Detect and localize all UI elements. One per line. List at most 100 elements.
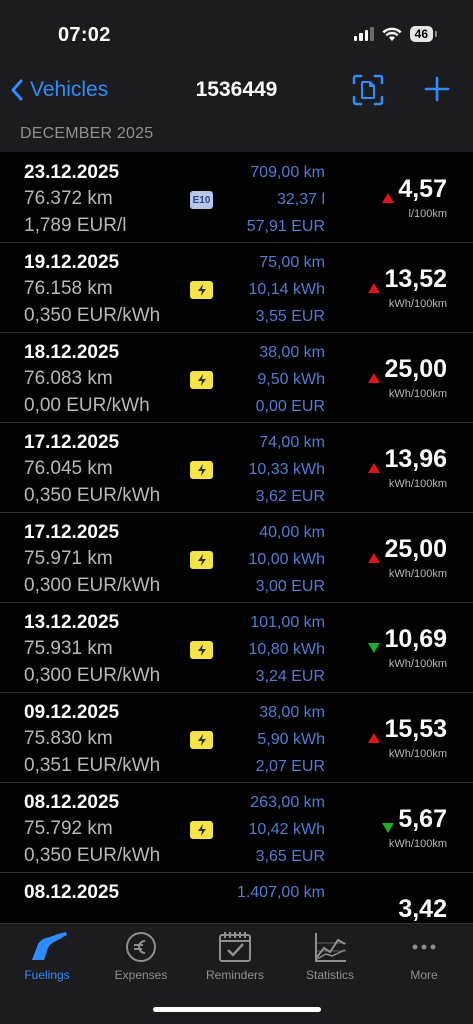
vehicle-title: 1536449: [195, 78, 278, 101]
entry-odometer: 76.372 km: [24, 188, 113, 209]
trend-up-icon: [368, 463, 381, 473]
lightning-icon: [197, 554, 206, 566]
fueling-entry-row[interactable]: 17.12.2025 76.045 km 0,350 EUR/kWh 74,00 km…: [0, 423, 473, 513]
fuel-type-badge: E10: [190, 191, 213, 209]
cellular-signal-icon: [353, 27, 374, 41]
tab-label: Reminders: [205, 968, 265, 982]
tab-label: Statistics: [305, 968, 354, 982]
entry-cost: 0,00 EUR: [255, 398, 325, 415]
fueling-entry-row[interactable]: 17.12.2025 75.971 km 0,300 EUR/kWh 40,00 km…: [0, 513, 473, 603]
entry-cost: 3,65 EUR: [255, 848, 325, 865]
entry-unit-price: 0,351 EUR/kWh: [24, 755, 161, 776]
entry-distance: 1.407,00 km: [236, 884, 325, 901]
trend-up-icon: [368, 553, 381, 563]
entry-unit-price: 0,300 EUR/kWh: [24, 665, 161, 686]
entry-consumption: 4,57: [398, 175, 447, 203]
electric-badge-icon: [190, 551, 213, 569]
trend-down-icon: [382, 823, 395, 833]
lightning-icon: [197, 734, 206, 746]
entry-consumption-unit: kWh/100km: [388, 658, 447, 670]
entry-cost: 3,24 EUR: [255, 668, 325, 685]
navigation-bar: Vehicles 1536449: [0, 64, 473, 118]
entry-amount: 10,33 kWh: [248, 461, 325, 478]
entry-cost: 57,91 EUR: [246, 218, 325, 235]
entry-consumption: 13,52: [384, 265, 447, 293]
electric-badge-icon: [190, 281, 213, 299]
entry-consumption-unit: l/100km: [408, 208, 447, 220]
tab-fuelings[interactable]: Fuelings: [0, 930, 94, 982]
entry-distance: 74,00 km: [259, 434, 325, 451]
entry-consumption-unit: kWh/100km: [388, 838, 447, 850]
entry-consumption-unit: kWh/100km: [388, 388, 447, 400]
tab-statistics[interactable]: Statistics: [283, 930, 377, 982]
entry-odometer: 75.971 km: [24, 548, 113, 569]
euro-icon: [126, 932, 156, 962]
tab-reminders[interactable]: Reminders: [188, 930, 282, 982]
entry-unit-price: 0,300 EUR/kWh: [24, 575, 161, 596]
status-bar: 07:02 46: [0, 0, 473, 64]
entry-date: 18.12.2025: [24, 342, 120, 363]
trend-up-icon: [368, 733, 381, 743]
electric-badge-icon: [190, 821, 213, 839]
entry-consumption-unit: kWh/100km: [388, 568, 447, 580]
lightning-icon: [197, 644, 206, 656]
entry-unit-price: 1,789 EUR/l: [24, 215, 127, 236]
entry-date: 23.12.2025: [24, 162, 120, 183]
fueling-entry-row[interactable]: 08.12.2025 75.792 km 0,350 EUR/kWh 263,00 k…: [0, 783, 473, 873]
lightning-icon: [197, 374, 206, 386]
trend-up-icon: [368, 373, 381, 383]
entry-date: 08.12.2025: [24, 792, 120, 813]
entry-consumption: 25,00: [384, 355, 447, 383]
entry-unit-price: 0,00 EUR/kWh: [24, 395, 150, 416]
entry-odometer: 76.083 km: [24, 368, 113, 389]
entry-distance: 709,00 km: [250, 164, 325, 181]
entry-cost: 3,55 EUR: [255, 308, 325, 325]
lightning-icon: [197, 464, 206, 476]
fueling-entry-row[interactable]: 09.12.2025 75.830 km 0,351 EUR/kWh 38,00 km…: [0, 693, 473, 783]
tab-expenses[interactable]: Expenses: [94, 930, 188, 982]
entry-distance: 40,00 km: [259, 524, 325, 541]
entry-distance: 263,00 km: [250, 794, 325, 811]
lightning-icon: [197, 284, 206, 296]
fueling-entry-row[interactable]: 13.12.2025 75.931 km 0,300 EUR/kWh 101,00 k…: [0, 603, 473, 693]
fueling-list[interactable]: 23.12.2025 76.372 km 1,789 EUR/l E10 709,00 …: [0, 153, 473, 923]
entry-odometer: 75.931 km: [24, 638, 113, 659]
trend-up-icon: [368, 283, 381, 293]
lightning-icon: [197, 824, 206, 836]
entry-consumption-unit: kWh/100km: [388, 478, 447, 490]
fuel-pump-icon: [32, 932, 67, 960]
home-indicator: [153, 1007, 321, 1012]
more-icon: [412, 944, 436, 950]
scan-document-button[interactable]: [352, 74, 384, 111]
entry-consumption-unit: kWh/100km: [388, 748, 447, 760]
entry-amount: 5,90 kWh: [257, 731, 325, 748]
wifi-icon: [382, 27, 402, 41]
entry-date: 17.12.2025: [24, 432, 120, 453]
entry-odometer: 76.158 km: [24, 278, 113, 299]
section-header-month: DECEMBER 2025: [0, 118, 473, 152]
fueling-entry-row[interactable]: 23.12.2025 76.372 km 1,789 EUR/l E10 709,00 …: [0, 153, 473, 243]
chart-icon: [315, 933, 346, 962]
entry-unit-price: 0,350 EUR/kWh: [24, 485, 161, 506]
entry-odometer: 75.830 km: [24, 728, 113, 749]
fueling-entry-row[interactable]: 18.12.2025 76.083 km 0,00 EUR/kWh 38,00 km 9…: [0, 333, 473, 423]
tab-more[interactable]: More: [377, 930, 471, 982]
entry-odometer: 75.792 km: [24, 818, 113, 839]
entry-amount: 32,37 l: [276, 191, 325, 208]
entry-date: 08.12.2025: [24, 882, 120, 903]
entry-amount: 9,50 kWh: [257, 371, 325, 388]
entry-distance: 38,00 km: [259, 344, 325, 361]
entry-distance: 101,00 km: [250, 614, 325, 631]
fueling-entry-row[interactable]: 19.12.2025 76.158 km 0,350 EUR/kWh 75,00 km…: [0, 243, 473, 333]
trend-down-icon: [368, 643, 381, 653]
fueling-entry-row[interactable]: 08.12.2025 1.407,00 km 3,42: [0, 873, 473, 923]
entry-amount: 10,42 kWh: [248, 821, 325, 838]
entry-date: 19.12.2025: [24, 252, 120, 273]
status-icons: 46: [353, 26, 438, 42]
entry-cost: 3,62 EUR: [255, 488, 325, 505]
entry-date: 09.12.2025: [24, 702, 120, 723]
entry-cost: 3,00 EUR: [255, 578, 325, 595]
add-entry-button[interactable]: [424, 76, 450, 107]
calendar-icon: [219, 932, 251, 962]
electric-badge-icon: [190, 371, 213, 389]
